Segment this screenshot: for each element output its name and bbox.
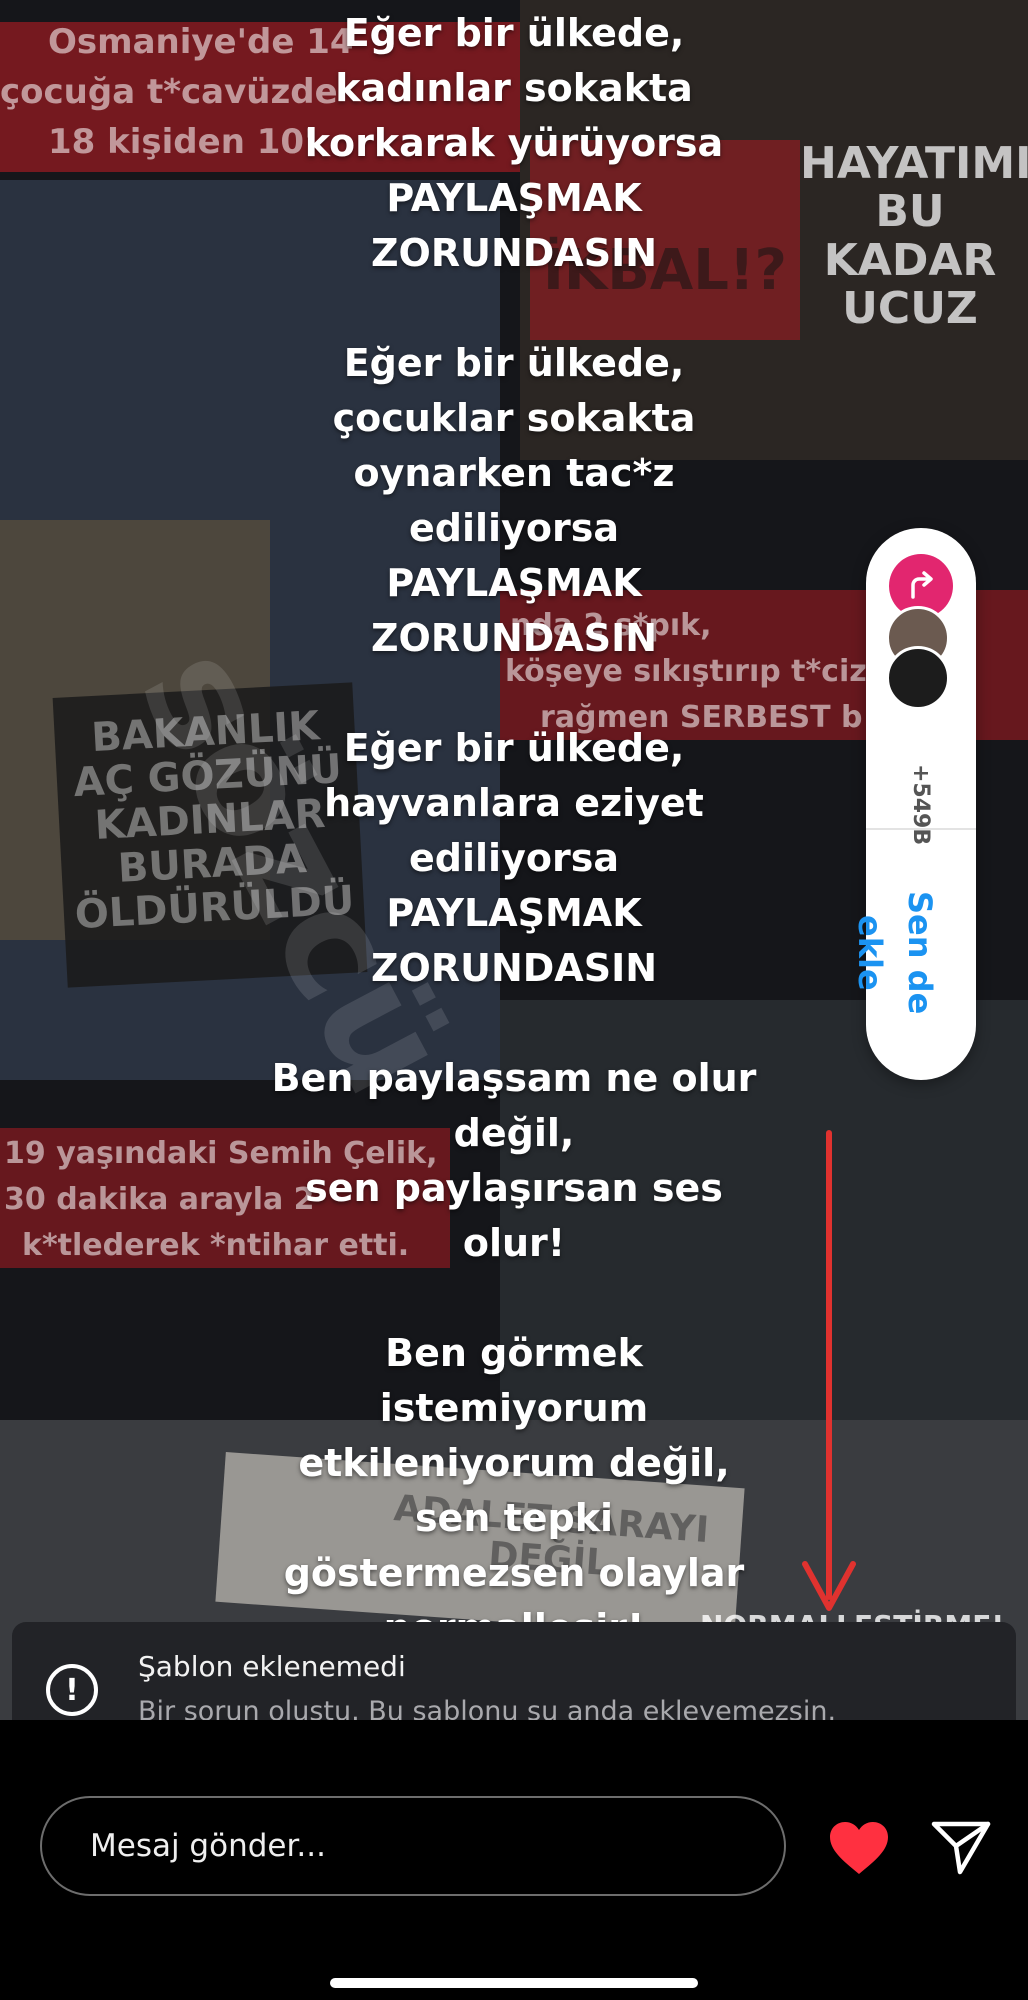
story-main-text: Eğer bir ülkede, kadınlar sokakta korkar… bbox=[271, 11, 757, 1650]
reply-bar bbox=[0, 1760, 1028, 2000]
red-arrow-line bbox=[826, 1130, 832, 1600]
exclamation-circle-icon: ! bbox=[46, 1664, 98, 1716]
toast-title: Şablon eklenemedi bbox=[138, 1650, 406, 1683]
home-indicator[interactable] bbox=[330, 1978, 698, 1988]
message-input[interactable] bbox=[40, 1796, 786, 1896]
add-yours-label[interactable]: Sen de ekle bbox=[851, 848, 945, 1058]
sticker-divider bbox=[866, 828, 976, 830]
arrow-down-icon bbox=[802, 1561, 856, 1611]
toast-message: Bir sorun oluştu. Bu şablonu şu anda ekl… bbox=[138, 1696, 837, 1720]
story-view[interactable]: Osmaniye'de 14 çocuğa t*cavüzde 18 kişid… bbox=[0, 0, 1028, 1720]
avatar bbox=[886, 646, 950, 710]
participant-count: +549B bbox=[908, 764, 933, 846]
background-text: HAYATIMIZ BU KADAR UCUZ bbox=[800, 138, 1028, 335]
send-icon[interactable] bbox=[930, 1816, 992, 1878]
add-yours-sticker[interactable]: +549B Sen de ekle bbox=[851, 528, 976, 1080]
heart-icon[interactable] bbox=[828, 1820, 890, 1876]
error-toast: ! Şablon eklenemedi Bir sorun oluştu. Bu… bbox=[12, 1622, 1016, 1720]
